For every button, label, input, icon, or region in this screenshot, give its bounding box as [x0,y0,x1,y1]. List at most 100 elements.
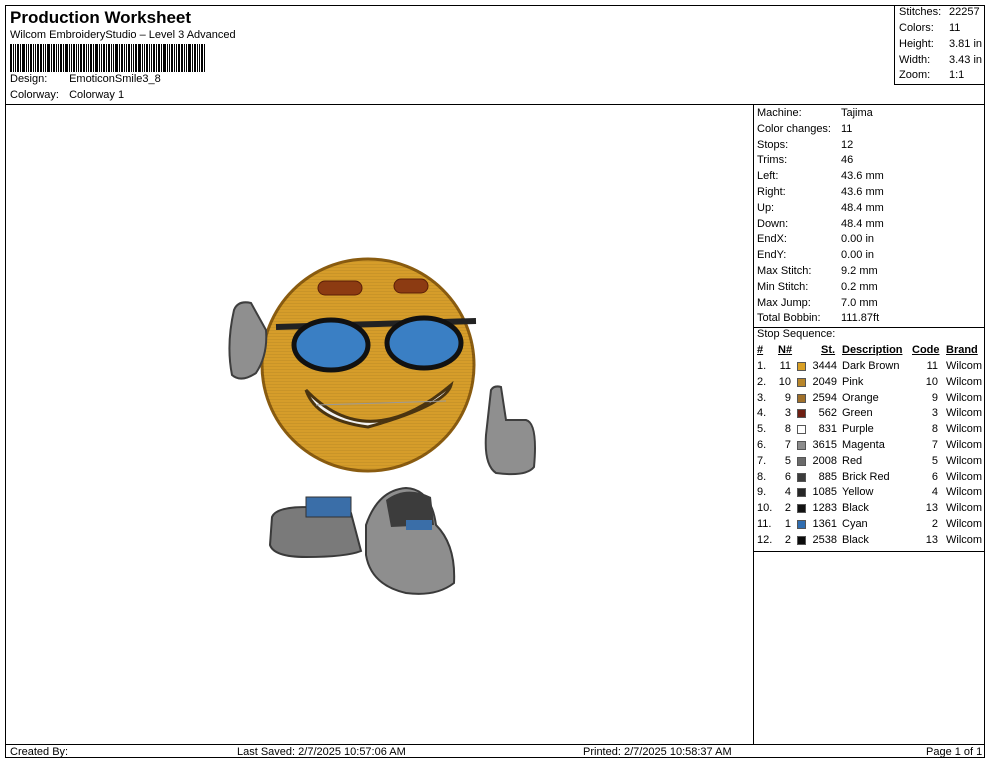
sequence-brand: Wilcom [946,486,983,499]
stat-height: Height: 3.81 in [899,38,983,50]
sequence-row: 2. 10 2049 Pink 10 Wilcom [754,376,984,392]
sequence-description: Black [842,533,869,546]
sequence-code: 13 [925,533,938,546]
sequence-brand: Wilcom [946,391,983,404]
thread-color-swatch [797,393,806,403]
sequence-row: 11. 1 1361 Cyan 2 Wilcom [754,518,984,534]
right-eyebrow [393,278,429,294]
left-sock [305,496,352,518]
sequence-stitches: 1361 [812,518,837,530]
sequence-needle: 2 [784,533,791,546]
sequence-row: 6. 7 3615 Magenta 7 Wilcom [754,439,984,455]
thread-color-swatch [797,362,806,371]
design-row: Design: EmoticonSmile3_8 [10,73,161,85]
sequence-stitches: 2008 [812,454,837,467]
sequence-num: 4. [757,407,767,420]
sequence-needle: 1 [784,518,791,530]
sequence-code: 13 [925,502,938,515]
machine-row: Left: 43.6 mm [757,170,884,183]
sequence-brand: Wilcom [946,360,983,372]
sequence-code: 4 [931,486,938,499]
machine-info-panel: Machine: Tajima Color changes: 11 Stops: 12 Tr… [754,105,984,744]
worksheet-title: Production Worksheet [10,8,192,27]
machine-row: Total Bobbin: 111.87ft [757,312,880,325]
design-label: Design: [10,73,48,85]
thread-color-swatch [797,520,806,529]
sequence-row: 4. 3 562 Green 3 Wilcom [754,407,984,423]
sequence-description: Orange [842,391,879,404]
sequence-code: 2 [931,518,938,530]
sequence-code: 5 [931,454,938,467]
sequence-stitches: 2538 [812,533,837,546]
sequence-needle: 5 [784,454,791,467]
thread-color-swatch [797,472,806,482]
sequence-code: 7 [931,439,938,451]
colorway-row: Colorway: Colorway 1 [10,89,124,101]
stop-sequence-title: Stop Sequence: [757,328,836,340]
sequence-code: 8 [931,423,938,436]
sequence-description: Purple [842,423,874,436]
sequence-end-divider [754,550,984,552]
machine-row: Right: 43.6 mm [757,186,884,198]
sequence-code: 10 [925,375,938,388]
sequence-num: 8. [757,470,767,483]
sequence-description: Cyan [842,518,868,530]
sequence-needle: 6 [784,470,791,483]
sequence-header-description: Description [842,344,903,356]
stat-width: Width: 3.43 in [899,54,983,66]
printed-date: Printed: 2/7/2025 10:58:37 AM [583,746,732,758]
sequence-row: 5. 8 831 Purple 8 Wilcom [754,423,984,439]
sequence-num: 3. [757,391,767,404]
sequence-description: Red [842,454,863,467]
right-sock [406,520,432,530]
stat-stitches: Stitches: 22257 [899,6,980,18]
colorway-value: Colorway 1 [69,89,125,101]
sequence-header-needle: N# [778,344,793,356]
worksheet-header: Production Worksheet Wilcom EmbroiderySt… [6,6,985,105]
left-eyebrow [317,280,363,296]
sequence-needle: 8 [784,423,791,436]
sequence-stitches: 562 [818,407,837,420]
sequence-brand: Wilcom [946,518,983,530]
sequence-needle: 4 [784,486,791,499]
sequence-num: 5. [757,423,767,436]
sequence-row: 1. 11 3444 Dark Brown 11 Wilcom [754,360,984,376]
sequence-num: 7. [757,454,767,467]
sequence-code: 6 [931,470,938,483]
thread-color-swatch [797,488,806,498]
machine-row: Machine: Tajima [757,107,873,119]
sequence-stitches: 1283 [812,502,837,515]
worksheet-footer: Created By: Last Saved: 2/7/2025 10:57:0… [6,744,984,759]
sequence-stitches: 3444 [812,360,837,372]
thread-color-swatch [797,409,806,419]
sequence-brand: Wilcom [946,454,983,467]
thread-color-swatch [797,456,806,466]
sequence-brand: Wilcom [946,423,983,436]
sequence-num: 2. [757,375,767,388]
stats-panel: Stitches: 22257 Colors: 11 Height: 3.81 in … [894,6,985,85]
embroidery-design-image [228,257,536,595]
sequence-num: 6. [757,439,767,451]
sequence-brand: Wilcom [946,439,983,451]
design-preview [6,105,754,744]
thread-color-swatch [797,535,806,545]
design-value: EmoticonSmile3_8 [69,73,161,85]
machine-row: EndY: 0.00 in [757,249,875,262]
right-lens [384,315,464,371]
left-lens [291,317,371,373]
sequence-row: 8. 6 885 Brick Red 6 Wilcom [754,471,984,487]
sequence-code: 3 [931,407,938,420]
machine-row: Down: 48.4 mm [757,217,884,230]
sequence-description: Magenta [842,439,885,451]
sequence-row: 9. 4 1085 Yellow 4 Wilcom [754,486,984,502]
thread-color-swatch [797,441,806,450]
sequence-num: 1. [757,360,767,372]
barcode [10,44,236,72]
sequence-stitches: 885 [818,470,837,483]
sequence-code: 9 [931,391,938,404]
sequence-description: Yellow [842,486,874,499]
thumbs-up-hand [484,385,536,476]
stat-zoom: Zoom: 1:1 [899,69,965,81]
sequence-stitches: 2049 [812,375,837,388]
machine-row: Stops: 12 [757,138,854,151]
